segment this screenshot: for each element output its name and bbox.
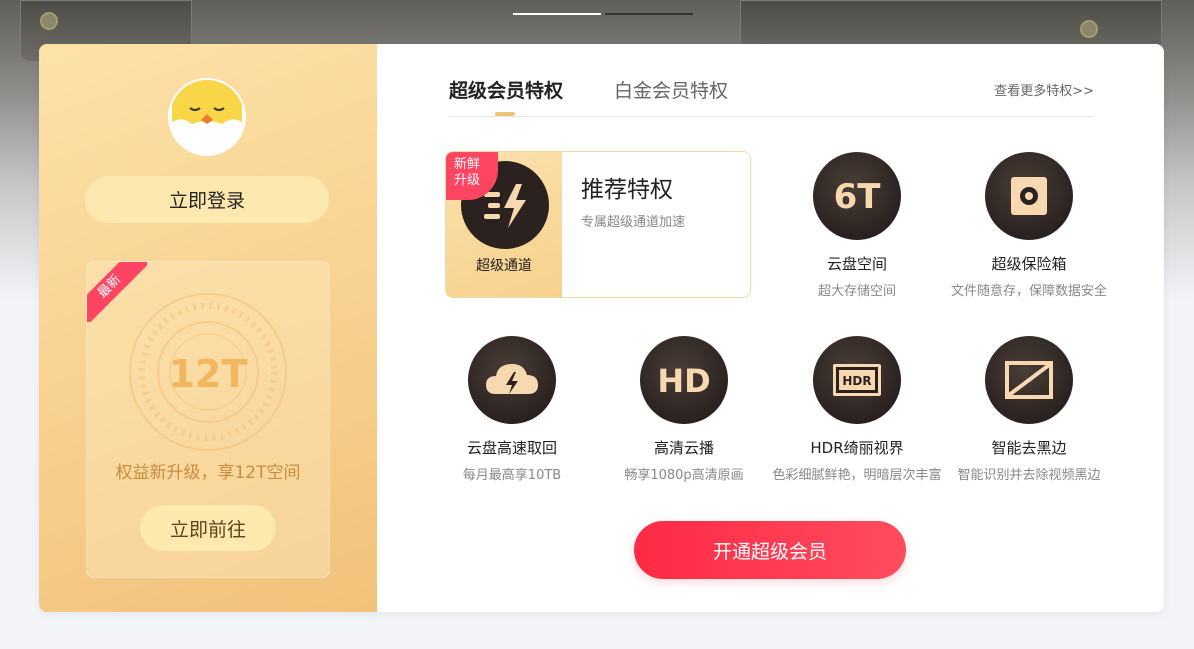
privilege-sub: 智能识别并去除视频黑边 xyxy=(957,468,1101,483)
6t-icon-text: 6T xyxy=(834,177,882,217)
hdr-icon: HDR xyxy=(813,336,901,424)
tab-super-member[interactable]: 超级会员特权 xyxy=(449,76,563,103)
featured-icon-block: 新鲜 升级 超级通道 xyxy=(446,152,562,297)
privilege-sub: 色彩细腻鲜艳，明暗层次丰富 xyxy=(772,468,942,483)
go-now-button[interactable]: 立即前往 xyxy=(140,505,276,551)
carousel-indicators xyxy=(513,13,693,15)
safe-box-icon xyxy=(985,152,1073,240)
privilege-hdr[interactable]: HDR HDR绮丽视界 色彩细腻鲜艳，明暗层次丰富 xyxy=(767,336,947,483)
decor-bolt xyxy=(1080,20,1098,38)
privilege-name: 超级保险箱 xyxy=(991,255,1067,273)
hd-icon-text: HD xyxy=(657,362,710,400)
carousel-indicator[interactable] xyxy=(605,13,693,15)
privilege-name: 智能去黑边 xyxy=(991,439,1067,457)
login-button[interactable]: 立即登录 xyxy=(85,176,329,223)
privilege-remove-black-border[interactable]: 智能去黑边 智能识别并去除视频黑边 xyxy=(939,336,1119,483)
promo-capacity-text: 12T xyxy=(169,352,248,396)
privilege-sub: 超大存储空间 xyxy=(817,284,896,299)
privilege-name: 云盘空间 xyxy=(826,255,887,273)
upgrade-badge-line1: 新鲜 xyxy=(454,157,481,172)
remove-black-border-icon xyxy=(985,336,1073,424)
12t-emblem-icon: 12T xyxy=(129,293,287,451)
featured-desc: 专属超级通道加速 xyxy=(581,215,686,230)
hdr-icon-text: HDR xyxy=(842,374,871,388)
privilege-name: 高清云播 xyxy=(653,439,714,457)
hd-icon: HD xyxy=(640,336,728,424)
privilege-name: 云盘高速取回 xyxy=(466,439,557,457)
active-tab-indicator xyxy=(495,112,515,116)
privilege-sub: 每月最高享10TB xyxy=(462,468,562,483)
more-privileges-link[interactable]: 查看更多特权>> xyxy=(994,80,1094,99)
membership-card: 立即登录 最新 12T 权益新升级，享12T空间 立即前往 超级会员特权 白金会… xyxy=(39,44,1164,612)
promo-text: 权益新升级，享12T空间 xyxy=(115,463,301,483)
cloud-download-icon xyxy=(468,336,556,424)
privilege-sub: 畅享1080p高清原画 xyxy=(624,468,744,483)
privilege-tabs: 超级会员特权 白金会员特权 查看更多特权>> xyxy=(449,74,1094,117)
upgrade-badge-line2: 升级 xyxy=(454,173,481,188)
privilege-fast-retrieval[interactable]: 云盘高速取回 每月最高享10TB xyxy=(422,336,602,483)
tab-platinum-member[interactable]: 白金会员特权 xyxy=(614,76,728,103)
privilege-name: HDR绮丽视界 xyxy=(810,439,904,457)
privilege-sub: 文件随意存，保障数据安全 xyxy=(950,284,1107,299)
avatar[interactable] xyxy=(170,80,244,154)
featured-privilege[interactable]: 新鲜 升级 超级通道 推荐特权 专属超级通道加速 xyxy=(445,151,751,298)
privilege-super-safe[interactable]: 超级保险箱 文件随意存，保障数据安全 xyxy=(939,152,1119,299)
featured-icon-label: 超级通道 xyxy=(476,258,532,274)
user-panel: 立即登录 最新 12T 权益新升级，享12T空间 立即前往 xyxy=(39,44,377,612)
6t-storage-icon: 6T xyxy=(813,152,901,240)
privilege-hd-play[interactable]: HD 高清云播 畅享1080p高清原画 xyxy=(594,336,774,483)
carousel-indicator[interactable] xyxy=(513,13,601,15)
decor-bolt xyxy=(40,12,58,30)
featured-title: 推荐特权 xyxy=(581,177,673,203)
promo-card[interactable]: 最新 12T 权益新升级，享12T空间 立即前往 xyxy=(86,261,330,578)
open-super-member-button[interactable]: 开通超级会员 xyxy=(634,521,906,579)
privilege-cloud-space[interactable]: 6T 云盘空间 超大存储空间 xyxy=(767,152,947,299)
